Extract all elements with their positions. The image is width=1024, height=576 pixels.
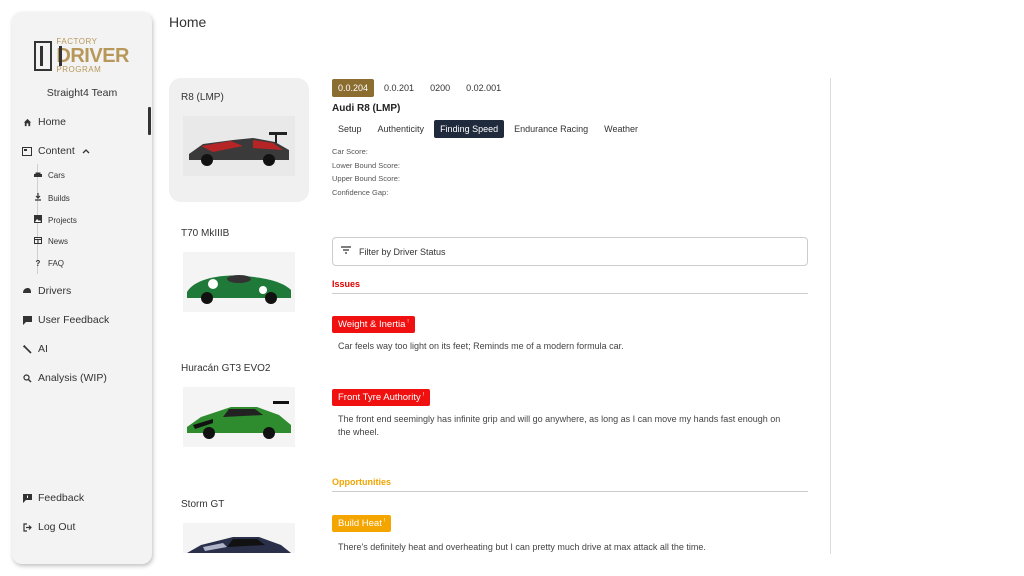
car-icon	[34, 171, 42, 180]
tab-authenticity[interactable]: Authenticity	[372, 120, 431, 138]
issues-heading: Issues	[332, 279, 808, 294]
version-chip[interactable]: 0.0.201	[378, 79, 420, 97]
sidebar-subitem-label: Projects	[48, 215, 77, 225]
sidebar-item-ai[interactable]: AI	[22, 343, 48, 355]
issue-tag-front-tyre-authority[interactable]: Front Tyre Authority!	[332, 389, 431, 406]
opportunity-tag-build-heat[interactable]: Build Heat!	[332, 515, 392, 532]
opportunities-heading: Opportunities	[332, 477, 808, 492]
sidebar-item-label: Analysis (WIP)	[38, 372, 107, 384]
tab-finding-speed[interactable]: Finding Speed	[434, 120, 505, 138]
active-indicator	[148, 107, 151, 135]
version-chip-active[interactable]: 0.0.204	[332, 79, 375, 97]
download-icon	[34, 193, 42, 203]
tab-setup[interactable]: Setup	[332, 120, 368, 138]
helmet-icon	[22, 286, 32, 296]
sidebar-item-label: Content	[38, 145, 75, 157]
search-icon	[22, 373, 32, 383]
tag-marker: !	[383, 518, 386, 524]
content-icon	[22, 146, 32, 156]
logo-driver-text: DRIVER	[56, 45, 129, 67]
logo-program-text: PROGRAM	[56, 65, 102, 74]
car-score-label: Car Score:	[332, 147, 368, 156]
selected-car-title: Audi R8 (LMP)	[332, 103, 401, 114]
sidebar-item-home[interactable]: Home	[22, 116, 66, 128]
sidebar-item-label: Home	[38, 116, 67, 128]
sidebar-item-feedback[interactable]: Feedback	[22, 492, 84, 504]
lower-bound-score-label: Lower Bound Score:	[332, 160, 400, 170]
sidebar-subitem-cars[interactable]: Cars	[34, 171, 65, 180]
sidebar-subitem-builds[interactable]: Builds	[34, 193, 70, 203]
home-icon	[22, 117, 32, 127]
team-name: Straight4 Team	[46, 87, 118, 99]
version-chip[interactable]: 0.02.001	[460, 79, 507, 97]
sidebar-item-content[interactable]: Content	[22, 145, 91, 157]
comment-icon	[22, 315, 32, 325]
filter-by-driver-status[interactable]: Filter by Driver Status	[332, 237, 808, 266]
filter-label: Filter by Driver Status	[359, 246, 446, 257]
car-thumbnail	[183, 523, 295, 553]
car-card-huracan-gt3-evo2[interactable]: Huracán GT3 EVO2	[169, 349, 309, 473]
sidebar-item-label: AI	[38, 343, 48, 355]
sidebar-subitem-label: Cars	[48, 171, 65, 180]
straight4-logo-icon	[34, 41, 63, 71]
sidebar-item-label: Log Out	[38, 521, 76, 533]
news-icon	[34, 237, 42, 246]
question-icon: ?	[35, 259, 41, 268]
sidebar-item-label: User Feedback	[38, 314, 110, 326]
sidebar-subitem-projects[interactable]: Projects	[34, 215, 77, 225]
logout-icon	[22, 522, 32, 532]
detail-tabs: Setup Authenticity Finding Speed Enduran…	[332, 120, 644, 138]
car-thumbnail	[183, 116, 295, 176]
sidebar-item-analysis[interactable]: Analysis (WIP)	[22, 372, 107, 384]
version-chip[interactable]: 0200	[424, 79, 456, 97]
sidebar-item-drivers[interactable]: Drivers	[22, 285, 71, 297]
opportunity-tag-label: Build Heat	[338, 518, 382, 529]
tag-marker: !	[407, 319, 409, 325]
tab-weather[interactable]: Weather	[598, 120, 644, 138]
tab-endurance-racing[interactable]: Endurance Racing	[508, 120, 594, 138]
score-summary: Car Score: Lower Bound Score: Upper Boun…	[332, 145, 400, 199]
car-card-r8-lmp[interactable]: R8 (LMP)	[169, 78, 309, 202]
sidebar-subitem-faq[interactable]: ? FAQ	[34, 259, 64, 268]
upper-bound-score-label: Upper Bound Score:	[332, 174, 400, 183]
issue-tag-weight-inertia[interactable]: Weight & Inertia!	[332, 316, 415, 333]
chevron-up-icon	[81, 146, 91, 156]
filter-icon	[341, 246, 351, 257]
opportunity-description: There's definitely heat and overheating …	[338, 542, 706, 552]
car-name: T70 MkIIIB	[181, 228, 230, 239]
sidebar-subitem-label: FAQ	[48, 259, 65, 268]
car-card-t70-mkiiib[interactable]: T70 MkIIIB	[169, 214, 309, 338]
issue-tag-label: Front Tyre Authority	[338, 392, 421, 403]
version-selector: 0.0.204 0.0.201 0200 0.02.001	[332, 79, 507, 97]
car-thumbnail	[183, 252, 295, 312]
issue-description: The front end seemingly has infinite gri…	[338, 414, 781, 437]
sidebar-item-user-feedback[interactable]: User Feedback	[22, 314, 109, 326]
panel-divider	[830, 78, 831, 554]
sidebar-subitem-label: News	[48, 237, 69, 246]
sidebar-subitem-label: Builds	[48, 193, 70, 203]
factory-driver-program-logo: FACTORY DRIVER PROGRAM	[34, 34, 129, 78]
sidebar-item-label: Drivers	[38, 285, 72, 297]
issue-description: Car feels way too light on its feet; Rem…	[338, 341, 624, 351]
tag-marker: !	[422, 392, 425, 398]
sidebar-item-logout[interactable]: Log Out	[22, 521, 75, 533]
car-card-storm-gt[interactable]: Storm GT	[169, 485, 309, 555]
wrench-icon	[22, 344, 32, 354]
sidebar-subitem-news[interactable]: News	[34, 237, 68, 246]
image-icon	[34, 215, 42, 225]
page-title: Home	[169, 14, 207, 30]
feedback-icon	[22, 493, 32, 503]
car-thumbnail	[183, 387, 295, 447]
car-name: R8 (LMP)	[181, 92, 224, 103]
confidence-gap-label: Confidence Gap:	[332, 187, 389, 197]
sidebar-item-label: Feedback	[38, 492, 85, 504]
car-name: Storm GT	[181, 499, 225, 510]
issue-tag-label: Weight & Inertia	[338, 319, 406, 330]
car-name: Huracán GT3 EVO2	[181, 363, 271, 374]
